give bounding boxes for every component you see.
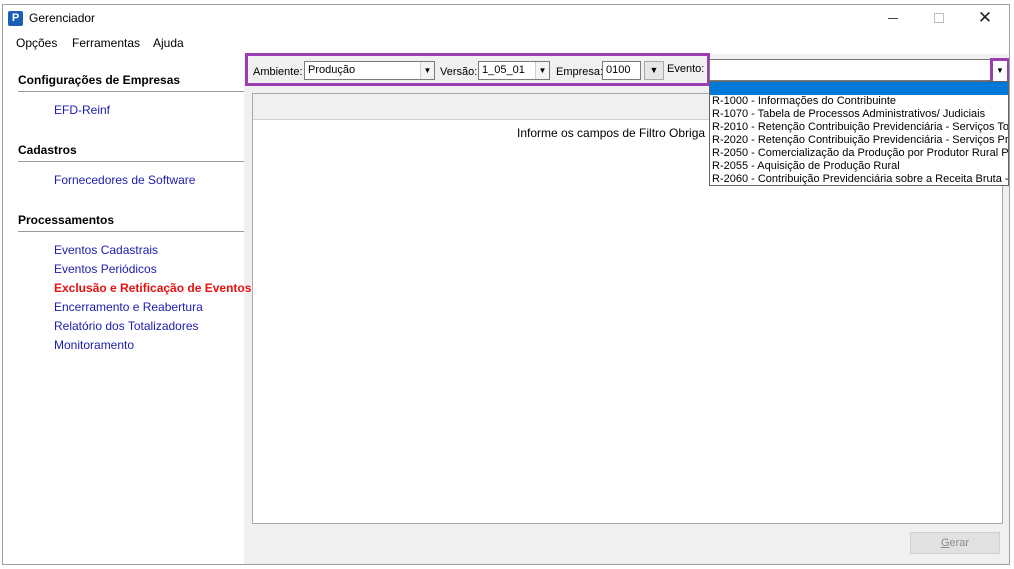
chevron-down-icon: ▼ xyxy=(649,65,659,75)
section-divider xyxy=(18,161,244,162)
menu-ferramentas[interactable]: Ferramentas xyxy=(72,36,140,50)
maximize-button[interactable] xyxy=(916,5,962,31)
gerar-accelerator: G xyxy=(940,537,950,549)
empresa-field[interactable]: 0100 xyxy=(602,61,641,80)
empresa-label: Empresa: xyxy=(556,66,604,78)
sidebar-item-encerramento-reabertura[interactable]: Encerramento e Reabertura xyxy=(54,300,203,314)
chevron-down-icon: ▼ xyxy=(535,62,549,79)
sidebar-item-exclusao-retificacao[interactable]: Exclusão e Retificação de Eventos xyxy=(54,281,251,295)
evento-select[interactable] xyxy=(709,59,991,81)
menu-opcoes[interactable]: Opções xyxy=(16,36,57,50)
sidebar-item-relatorio-totalizadores[interactable]: Relatório dos Totalizadores xyxy=(54,319,199,333)
versao-select[interactable]: 1_05_01 ▼ xyxy=(478,61,550,80)
menu-bar: Opções Ferramentas Ajuda xyxy=(3,31,1009,54)
sidebar-item-eventos-periodicos[interactable]: Eventos Periódicos xyxy=(54,262,157,276)
versao-value: 1_05_01 xyxy=(482,64,525,76)
chevron-down-icon: ▼ xyxy=(420,62,434,79)
section-title-cadastros: Cadastros xyxy=(18,143,77,157)
dropdown-option[interactable]: R-2060 - Contribuição Previdenciária sob… xyxy=(710,173,1008,185)
window-title: Gerenciador xyxy=(29,11,96,25)
empresa-dropdown-button[interactable]: ▼ xyxy=(644,61,664,80)
empresa-value: 0100 xyxy=(606,64,631,76)
sidebar: Configurações de Empresas EFD-Reinf Cada… xyxy=(3,54,251,564)
section-divider xyxy=(18,231,244,232)
section-divider xyxy=(18,91,244,92)
maximize-icon xyxy=(934,13,944,23)
versao-label: Versão: xyxy=(440,66,478,78)
dropdown-option[interactable]: R-1000 - Informações do Contribuinte xyxy=(710,95,1008,108)
chevron-down-icon: ▼ xyxy=(996,66,1004,75)
ambiente-label: Ambiente: xyxy=(253,66,303,78)
app-logo-icon: P xyxy=(8,11,23,26)
close-icon: ✕ xyxy=(977,8,993,27)
filter-bar: Ambiente: Produção ▼ Versão: 1_05_01 ▼ E… xyxy=(245,53,710,86)
minimize-button[interactable] xyxy=(870,5,916,31)
dropdown-option[interactable]: R-1070 - Tabela de Processos Administrat… xyxy=(710,108,1008,121)
sidebar-item-monitoramento[interactable]: Monitoramento xyxy=(54,338,134,352)
dropdown-option[interactable]: R-2050 - Comercialização da Produção por… xyxy=(710,147,1008,160)
filter-required-message: Informe os campos de Filtro Obriga xyxy=(517,126,706,140)
evento-dropdown-list: R-1000 - Informações do Contribuinte R-1… xyxy=(709,81,1009,186)
sidebar-item-eventos-cadastrais[interactable]: Eventos Cadastrais xyxy=(54,243,158,257)
sidebar-item-fornecedores[interactable]: Fornecedores de Software xyxy=(54,173,195,187)
dropdown-option-selected-blank[interactable] xyxy=(710,82,1008,95)
app-window: P Gerenciador ✕ Opções Ferramentas Ajuda… xyxy=(2,4,1010,565)
section-title-processamentos: Processamentos xyxy=(18,213,115,227)
title-bar: P Gerenciador ✕ xyxy=(3,5,1009,31)
dropdown-option[interactable]: R-2055 - Aquisição de Produção Rural xyxy=(710,160,1008,173)
dropdown-option[interactable]: R-2010 - Retenção Contribuição Previdenc… xyxy=(710,121,1008,134)
dropdown-option[interactable]: R-2020 - Retenção Contribuição Previdenc… xyxy=(710,134,1008,147)
gerar-button[interactable]: Gerar xyxy=(910,532,1000,554)
ambiente-select[interactable]: Produção ▼ xyxy=(304,61,435,80)
evento-label: Evento: xyxy=(667,63,705,75)
minimize-icon xyxy=(888,18,898,19)
sidebar-item-efd-reinf[interactable]: EFD-Reinf xyxy=(54,103,110,117)
ambiente-value: Produção xyxy=(308,64,356,76)
section-title-configuracoes: Configurações de Empresas xyxy=(18,73,181,87)
gerar-label: erar xyxy=(949,537,970,549)
close-button[interactable]: ✕ xyxy=(962,5,1008,31)
menu-ajuda[interactable]: Ajuda xyxy=(153,36,184,50)
